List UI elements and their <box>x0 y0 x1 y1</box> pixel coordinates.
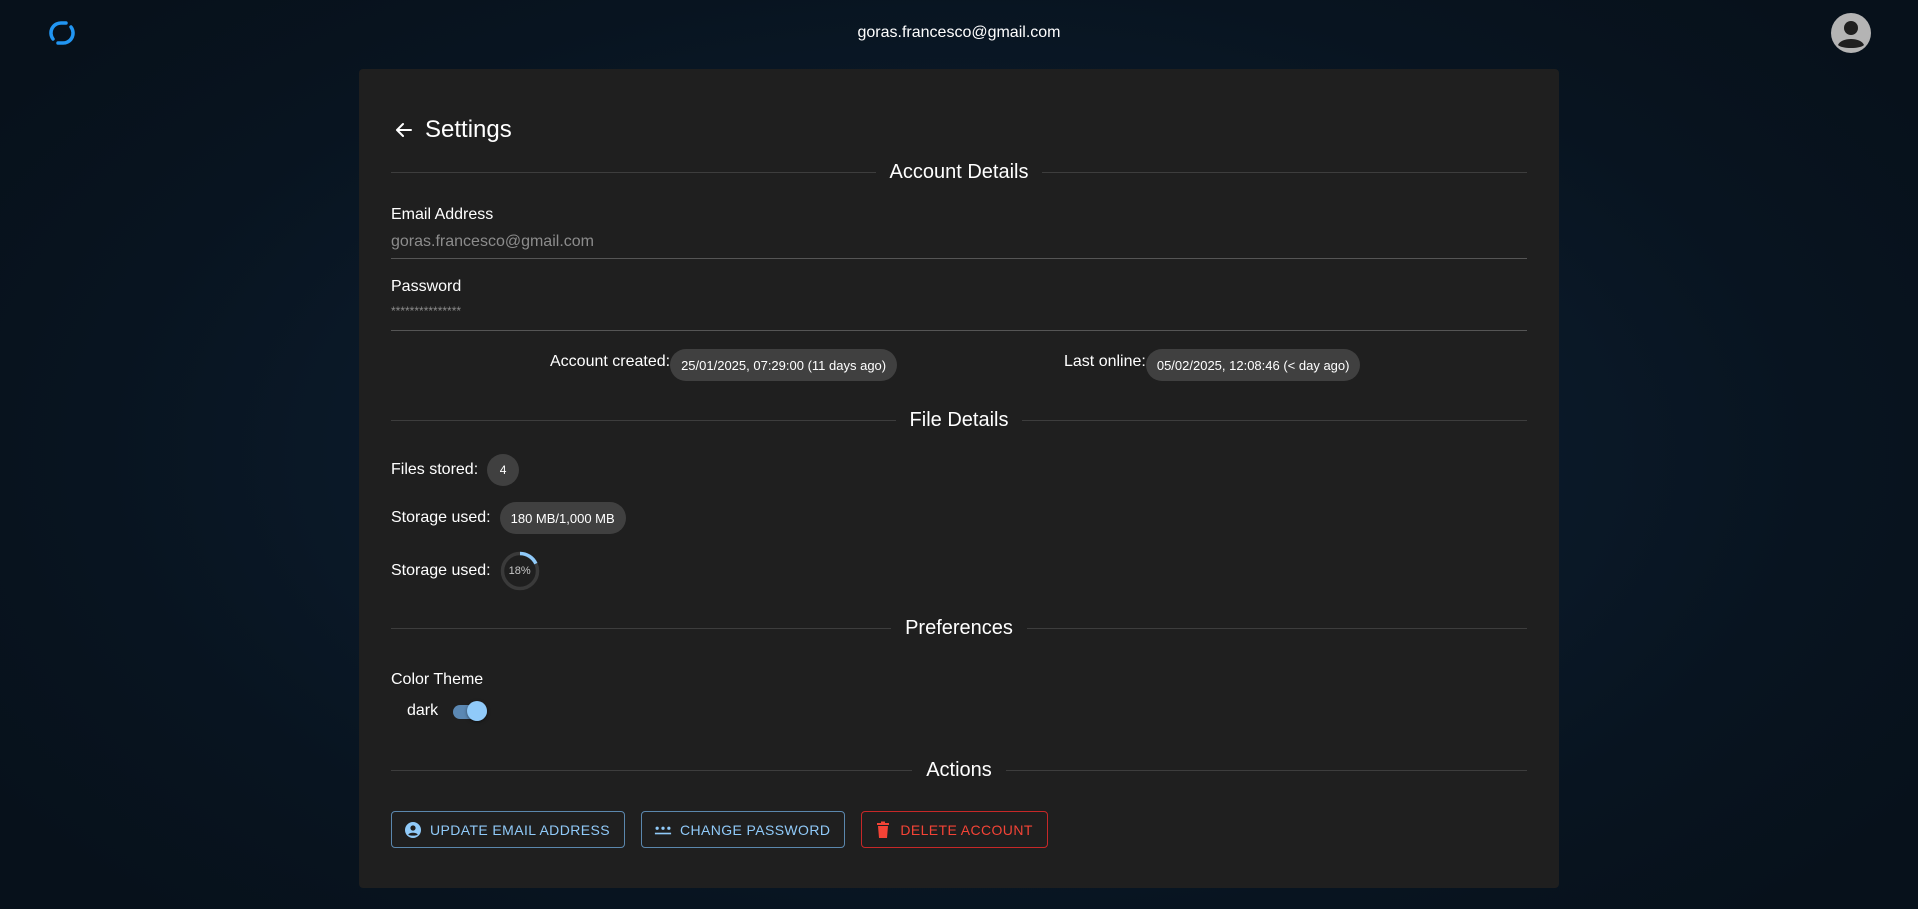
section-title-preferences: Preferences <box>905 616 1013 639</box>
email-field[interactable]: Email Address goras.francesco@gmail.com <box>391 206 1527 259</box>
file-details-divider: File Details <box>391 405 1528 435</box>
storage-used-label: Storage used: <box>391 509 491 526</box>
storage-progress-value: 18% <box>508 565 531 577</box>
last-online-row: Last online: 05/02/2025, 12:08:46 (< day… <box>1064 348 1361 382</box>
files-stored-chip: 4 <box>487 454 520 486</box>
storage-used-chip: 180 MB/1,000 MB <box>499 502 626 534</box>
trash-icon <box>874 821 892 839</box>
preferences-divider: Preferences <box>391 613 1527 643</box>
account-created-label: Account created: <box>550 353 671 370</box>
section-title-account: Account Details <box>889 160 1029 183</box>
settings-header: Settings <box>391 107 512 153</box>
header-user-email: goras.francesco@gmail.com <box>857 24 1061 41</box>
top-bar: goras.francesco@gmail.com <box>0 0 1918 66</box>
account-circle-icon <box>404 821 422 839</box>
delete-account-button[interactable]: DELETE ACCOUNT <box>861 811 1048 848</box>
password-field-value: *************** <box>391 304 462 318</box>
email-field-label: Email Address <box>391 206 494 223</box>
account-details-divider: Account Details <box>391 157 1527 187</box>
theme-toggle-switch[interactable] <box>450 699 488 723</box>
color-theme-label: Color Theme <box>391 671 484 688</box>
section-title-files: File Details <box>909 408 1009 431</box>
email-field-value: goras.francesco@gmail.com <box>391 233 594 250</box>
delete-account-button-label: DELETE ACCOUNT <box>900 821 1033 838</box>
section-title-actions: Actions <box>926 758 992 781</box>
password-dots-icon <box>654 821 672 839</box>
storage-progress-row: Storage used: 18% <box>391 550 540 592</box>
files-stored-label: Files stored: <box>391 461 479 478</box>
storage-used-row: Storage used: 180 MB/1,000 MB <box>391 501 626 535</box>
update-email-button[interactable]: UPDATE EMAIL ADDRESS <box>391 811 625 848</box>
theme-toggle-row[interactable]: dark <box>407 691 488 731</box>
account-created-row: Account created: 25/01/2025, 07:29:00 (1… <box>550 348 898 382</box>
storage-progress-circle: 18% <box>500 551 540 591</box>
change-password-button-label: CHANGE PASSWORD <box>679 821 831 838</box>
settings-card: Settings Account Details Email Address g… <box>359 69 1559 888</box>
storage-progress-label: Storage used: <box>391 562 491 579</box>
password-field[interactable]: Password *************** <box>391 278 1527 331</box>
theme-toggle-label: dark <box>407 702 439 719</box>
update-email-button-label: UPDATE EMAIL ADDRESS <box>430 821 610 838</box>
last-online-chip: 05/02/2025, 12:08:46 (< day ago) <box>1145 349 1361 381</box>
actions-row: UPDATE EMAIL ADDRESS CHANGE PASSWORD DEL… <box>391 811 1064 848</box>
last-online-label: Last online: <box>1064 353 1146 370</box>
files-stored-row: Files stored: 4 <box>391 453 520 487</box>
password-field-label: Password <box>391 278 462 295</box>
account-circle-icon[interactable] <box>1831 13 1871 53</box>
change-password-button[interactable]: CHANGE PASSWORD <box>640 811 846 848</box>
actions-divider: Actions <box>391 755 1527 785</box>
page-title: Settings <box>425 116 512 143</box>
arrow-left-icon[interactable] <box>391 117 417 143</box>
account-created-chip: 25/01/2025, 07:29:00 (11 days ago) <box>670 349 898 381</box>
